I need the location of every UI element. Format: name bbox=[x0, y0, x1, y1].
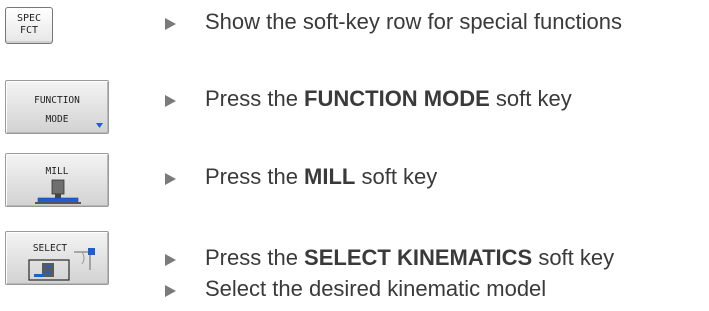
triangle-bullet-icon bbox=[165, 95, 176, 107]
triangle-bullet-icon bbox=[165, 173, 176, 185]
spec-fct-key-label-line2: FCT bbox=[19, 25, 39, 36]
step-2-prefix: Press the bbox=[205, 86, 305, 111]
step-3-bold: MILL bbox=[304, 164, 356, 189]
step-1-instruction: Show the soft-key row for special functi… bbox=[205, 9, 622, 34]
step-4-instruction: Press the SELECT KINEMATICS soft key bbox=[205, 245, 614, 271]
step-4-bold: SELECT KINEMATICS bbox=[304, 245, 533, 270]
step-2-suffix: soft key bbox=[489, 86, 572, 111]
function-mode-soft-key[interactable]: FUNCTION MODE bbox=[5, 80, 109, 134]
step-3-suffix: soft key bbox=[355, 164, 438, 189]
triangle-bullet-icon bbox=[165, 254, 176, 266]
select-kinematics-soft-key[interactable]: SELECT bbox=[5, 231, 109, 285]
function-mode-key-label-line1: FUNCTION bbox=[34, 95, 80, 106]
mill-soft-key[interactable]: MILL bbox=[5, 153, 109, 207]
mill-key-label: MILL bbox=[45, 166, 69, 177]
step-2-bold: FUNCTION MODE bbox=[304, 86, 490, 111]
select-kinematics-icon bbox=[28, 248, 95, 281]
dropdown-indicator-icon bbox=[96, 123, 103, 128]
step-2-instruction: Press the FUNCTION MODE soft key bbox=[205, 86, 572, 112]
step-3-instruction: Press the MILL soft key bbox=[205, 164, 437, 190]
step-3-prefix: Press the bbox=[205, 164, 305, 189]
extra-instruction: Select the desired kinematic model bbox=[205, 276, 547, 301]
spec-fct-key-label-line1: SPEC bbox=[16, 13, 42, 24]
spec-fct-key[interactable]: SPEC FCT bbox=[5, 7, 53, 44]
step-4-prefix: Press the bbox=[205, 245, 305, 270]
mill-machine-icon bbox=[35, 179, 81, 204]
triangle-bullet-icon bbox=[165, 285, 176, 297]
triangle-bullet-icon bbox=[165, 18, 176, 30]
function-mode-key-label-line2: MODE bbox=[45, 114, 69, 125]
step-4-suffix: soft key bbox=[532, 245, 615, 270]
